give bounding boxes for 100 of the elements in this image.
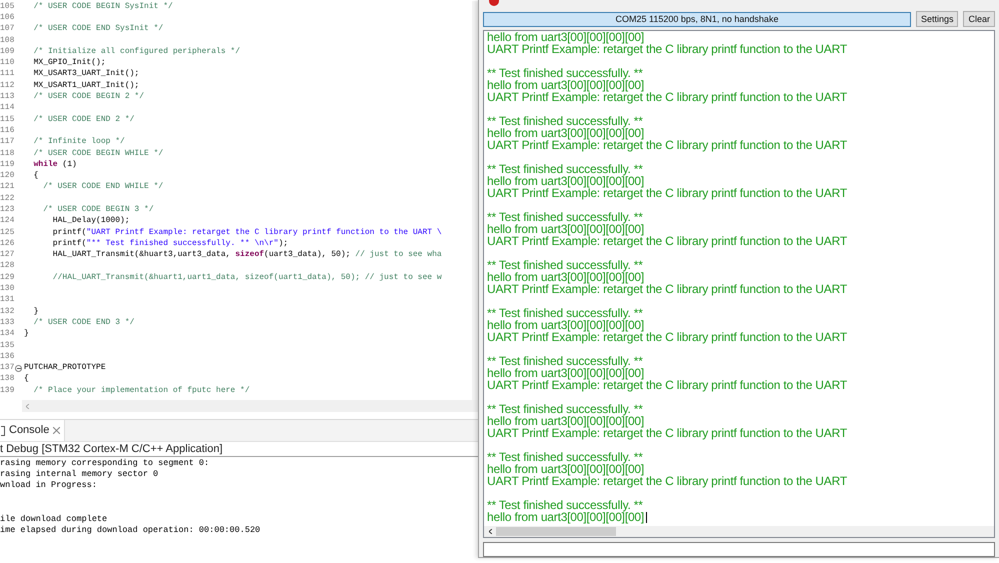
terminal-line: UART Printf Example: retarget the C library printf function to the UART xyxy=(487,379,847,391)
line-number: 110 xyxy=(0,57,14,70)
line-number: 115 xyxy=(0,114,14,126)
collapse-icon[interactable] xyxy=(15,364,22,372)
terminal-line: UART Printf Example: retarget the C library printf function to the UART xyxy=(487,139,847,151)
text-cursor xyxy=(646,512,648,522)
line-number: 126 xyxy=(0,238,14,250)
line-number: 118 xyxy=(0,148,14,160)
line-number: 133 xyxy=(0,316,14,329)
code-line: /* Infinite loop */ xyxy=(32,136,125,148)
line-number: 105 xyxy=(0,0,14,13)
line-number: 116 xyxy=(0,124,14,137)
line-number: 113 xyxy=(0,91,14,104)
terminal-line: UART Printf Example: retarget the C library printf function to the UART xyxy=(487,283,847,295)
terminal-line: UART Printf Example: retarget the C library printf function to the UART xyxy=(487,43,847,55)
line-number: 129 xyxy=(0,272,14,284)
code-line: //HAL_UART_Transmit(&huart1,uart1_data, sizeof(uart1_data), 50); // just to see w xyxy=(52,272,442,284)
code-line: MX_GPIO_Init(); xyxy=(32,57,106,69)
code-line: while (1) xyxy=(32,158,77,171)
terminal-line: UART Printf Example: retarget the C library printf function to the UART xyxy=(487,427,847,439)
code-line: HAL_Delay(1000); xyxy=(52,215,130,228)
terminal-line: hello from uart3[00][00][00][00] xyxy=(487,223,644,235)
console-line: ime elapsed during download operation: 00:00:00.520 xyxy=(0,525,262,536)
code-line: printf("** Test finished successfully. ** \n\r"); xyxy=(52,238,288,250)
code-line: MX_USART3_UART_Init(); xyxy=(32,68,140,80)
line-number: 138 xyxy=(0,373,14,386)
line-number: 128 xyxy=(0,260,14,272)
terminal-line: hello from uart3[00][00][00][00] xyxy=(487,367,644,379)
code-line: /* USER CODE BEGIN 2 */ xyxy=(32,91,144,104)
terminal-line: hello from uart3[00][00][00][00] xyxy=(487,31,644,43)
terminal-line: UART Printf Example: retarget the C library printf function to the UART xyxy=(487,187,847,199)
terminal-line: ** Test finished successfully. ** xyxy=(487,499,643,511)
app-icon xyxy=(489,0,499,6)
terminal-line: hello from uart3[00][00][00][00] xyxy=(487,79,644,91)
line-number: 137 xyxy=(0,362,14,374)
terminal-line: hello from uart3[00][00][00][00] xyxy=(487,319,644,331)
terminal-line: ** Test finished successfully. ** xyxy=(487,259,643,271)
line-number: 106 xyxy=(0,12,14,24)
terminal-line: ** Test finished successfully. ** xyxy=(487,115,643,127)
terminal-line: UART Printf Example: retarget the C library printf function to the UART xyxy=(487,475,847,487)
code-line: /* USER CODE BEGIN WHILE */ xyxy=(32,148,164,160)
close-icon[interactable] xyxy=(53,427,60,434)
code-line: } xyxy=(24,328,29,340)
line-number: 117 xyxy=(0,136,14,148)
line-number: 123 xyxy=(0,204,14,216)
code-line: /* USER CODE BEGIN SysInit */ xyxy=(32,0,173,13)
console-tab[interactable]: Console xyxy=(0,420,66,441)
line-number: 109 xyxy=(0,46,14,58)
terminal-line: UART Printf Example: retarget the C library printf function to the UART xyxy=(487,331,847,343)
line-number: 108 xyxy=(0,34,14,47)
terminal-line: hello from uart3[00][00][00][00] xyxy=(487,175,644,187)
line-number: 134 xyxy=(0,328,14,340)
code-line: /* Initialize all configured peripherals */ xyxy=(32,46,240,58)
line-number: 122 xyxy=(0,192,14,205)
line-number: 127 xyxy=(0,249,14,262)
input-field[interactable] xyxy=(483,542,995,557)
scrollbar-thumb[interactable] xyxy=(496,527,616,536)
terminal-line: ** Test finished successfully. ** xyxy=(487,67,643,79)
terminal-line: hello from uart3[00][00][00][00] xyxy=(487,271,644,283)
code-line: printf("UART Printf Example: retarget the C library printf function to the UART \ xyxy=(52,226,442,239)
line-number: 107 xyxy=(0,23,14,36)
line-number: 131 xyxy=(0,294,14,306)
line-number: 135 xyxy=(0,340,14,352)
code-line: /* USER CODE END SysInit */ xyxy=(32,23,164,36)
console-line: rasing internal memory sector 0 xyxy=(0,469,160,480)
line-number: 120 xyxy=(0,170,14,182)
code-line: { xyxy=(32,170,38,182)
terminal-line: ** Test finished successfully. ** xyxy=(487,451,643,463)
scrollbar[interactable] xyxy=(484,526,994,537)
terminal-line: hello from uart3[00][00][00][00] xyxy=(487,511,644,523)
terminal-line: hello from uart3[00][00][00][00] xyxy=(487,127,644,139)
code-line: /* Place your implementation of fputc here */ xyxy=(32,384,250,397)
status-bar: COM25 115200 bps, 8N1, no handshake xyxy=(483,12,911,26)
terminal-line: ** Test finished successfully. ** xyxy=(487,163,643,175)
scrollbar[interactable] xyxy=(22,400,478,412)
console-line: ile download complete xyxy=(0,514,108,526)
line-number: 114 xyxy=(0,102,14,114)
line-number: 136 xyxy=(0,350,14,363)
code-line: PUTCHAR_PROTOTYPE xyxy=(24,362,106,374)
console-line: rasing memory corresponding to segment 0: xyxy=(0,458,210,470)
line-number: 139 xyxy=(0,384,14,397)
line-number: 119 xyxy=(0,158,14,171)
console-line: wnload in Progress: xyxy=(0,480,98,492)
code-line: } xyxy=(32,306,38,318)
terminal-line: UART Printf Example: retarget the C library printf function to the UART xyxy=(487,91,847,103)
toolbar-button[interactable]: Settings xyxy=(916,11,958,27)
terminal-line: hello from uart3[00][00][00][00] xyxy=(487,463,644,475)
code-line: /* USER CODE BEGIN 3 */ xyxy=(42,204,154,216)
line-number: 124 xyxy=(0,215,14,228)
tab-label: Console xyxy=(9,423,50,438)
code-line: MX_USART1_UART_Init(); xyxy=(32,80,140,92)
toolbar-button[interactable]: Clear xyxy=(963,11,995,27)
line-number: 112 xyxy=(0,80,14,92)
scrollbar[interactable] xyxy=(472,1,478,400)
terminal-line: ** Test finished successfully. ** xyxy=(487,355,643,367)
line-number: 132 xyxy=(0,306,14,318)
terminal-line: ** Test finished successfully. ** xyxy=(487,403,643,415)
line-number: 121 xyxy=(0,181,14,194)
code-line: HAL_UART_Transmit(&huart3,uart3_data, sizeof(uart3_data), 50); // just to see wha xyxy=(52,249,442,262)
line-number: 130 xyxy=(0,283,14,296)
